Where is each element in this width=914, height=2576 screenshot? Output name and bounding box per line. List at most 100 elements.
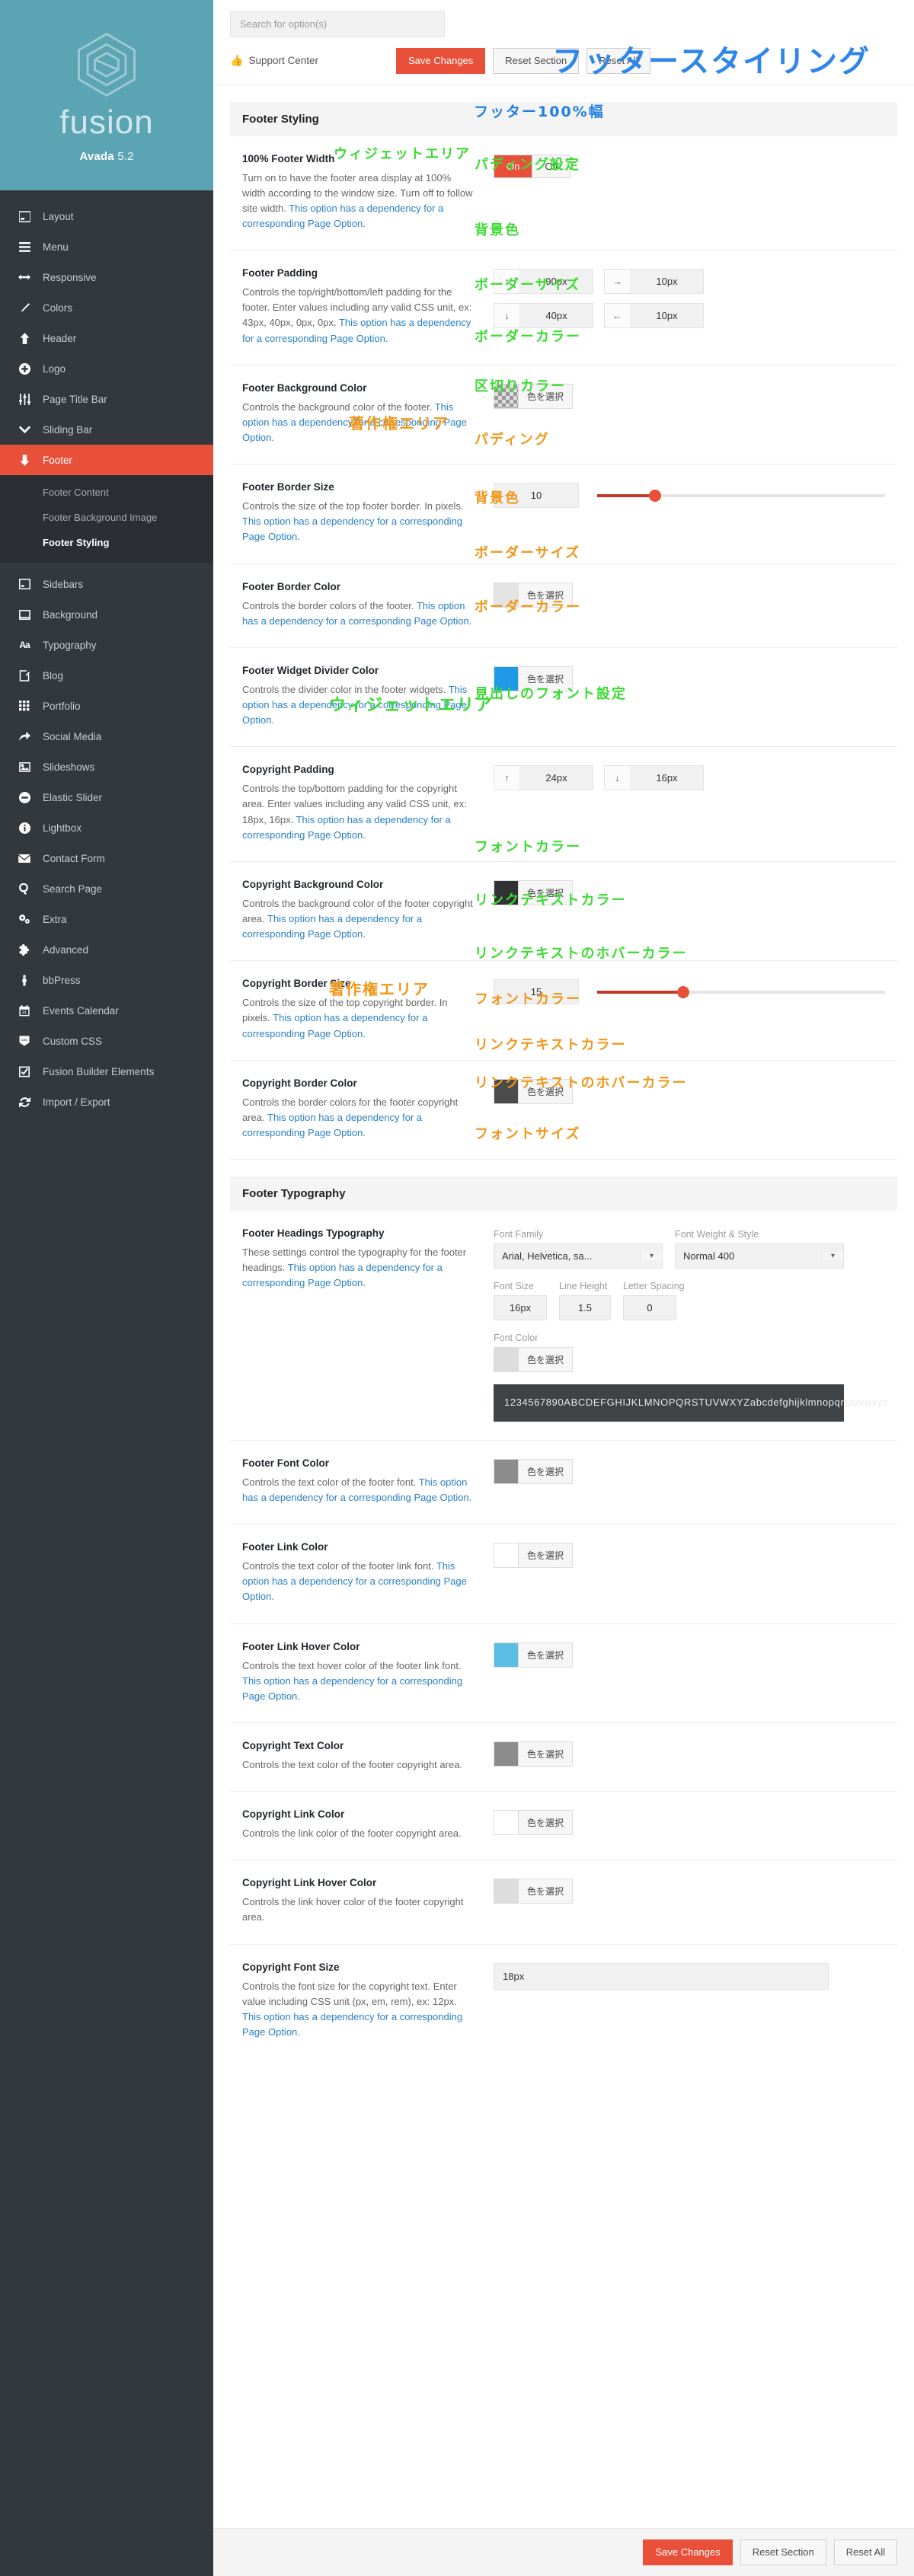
sidebar-item-page-title-bar[interactable]: Page Title Bar	[0, 384, 213, 414]
reset-section-button[interactable]: Reset Section	[493, 48, 580, 74]
footer-width-toggle[interactable]: On Off	[494, 154, 571, 178]
sidebar-item-custom-css[interactable]: css Custom CSS	[0, 1026, 213, 1056]
sidebar-item-sidebars[interactable]: Sidebars	[0, 569, 213, 599]
reset-all-button[interactable]: Reset All	[586, 48, 650, 74]
sidebar-item-typography[interactable]: Aa Typography	[0, 630, 213, 660]
option-label-block: Footer Padding Controls the top/right/bo…	[242, 267, 494, 346]
sidebar-item-search-page[interactable]: Search Page	[0, 873, 213, 904]
padding-field-top[interactable]: ↑	[494, 765, 593, 791]
support-center-link[interactable]: 👍 Support Center	[230, 54, 318, 67]
sidebar-item-contact-form[interactable]: Contact Form	[0, 843, 213, 873]
sidebar-item-portfolio[interactable]: Portfolio	[0, 691, 213, 721]
option-description: Controls the text color of the footer li…	[242, 1559, 474, 1604]
slider-handle[interactable]	[677, 985, 690, 998]
font-size-input[interactable]	[494, 1295, 547, 1321]
search-input[interactable]	[230, 11, 445, 37]
padding-field-top[interactable]: ↑	[494, 269, 593, 295]
slider-handle[interactable]	[648, 489, 661, 502]
sidebar-item-logo[interactable]: Logo	[0, 353, 213, 384]
sidebar-item-background[interactable]: Background	[0, 599, 213, 630]
border-size-value[interactable]: 10	[494, 483, 579, 509]
sidebar-item-sliding-bar[interactable]: Sliding Bar	[0, 414, 213, 445]
arrow-down-icon: ↓	[494, 304, 520, 328]
color-picker[interactable]: 色を選択	[494, 1642, 574, 1668]
sidebar-item-blog[interactable]: Blog	[0, 660, 213, 691]
page-option-dependency-link[interactable]: This option has a dependency for a corre…	[242, 913, 422, 940]
option-description-text: Controls the text color of the footer li…	[242, 1560, 436, 1572]
color-picker[interactable]: 色を選択	[494, 1810, 574, 1836]
color-picker[interactable]: 色を選択	[494, 1347, 574, 1373]
sidebar-item-layout[interactable]: Layout	[0, 201, 213, 231]
padding-field-bottom[interactable]: ↓	[494, 303, 593, 329]
padding-bottom-input[interactable]	[520, 304, 593, 328]
sidebar-item-social-media[interactable]: Social Media	[0, 721, 213, 752]
sidebar-item-import-export[interactable]: Import / Export	[0, 1087, 213, 1117]
option-label-block: Copyright Border Size Controls the size …	[242, 978, 494, 1041]
option-footer-width: 100% Footer Width Turn on to have the fo…	[230, 136, 897, 251]
toggle-off-option[interactable]: Off	[532, 155, 570, 177]
color-picker[interactable]: 色を選択	[494, 1741, 574, 1767]
sidebar-item-footer[interactable]: Footer	[0, 445, 213, 475]
sidebar-item-slideshows[interactable]: Slideshows	[0, 752, 213, 782]
color-picker[interactable]: 色を選択	[494, 879, 574, 905]
copyright-padding-top-input[interactable]	[520, 766, 593, 790]
sidebar-item-lightbox[interactable]: Lightbox	[0, 812, 213, 843]
font-family-select[interactable]: Arial, Helvetica, sa... ▾	[494, 1243, 663, 1269]
save-changes-button[interactable]: Save Changes	[396, 48, 486, 74]
border-size-slider-group: 10	[494, 483, 885, 509]
sidebar-item-bbpress[interactable]: bbPress	[0, 965, 213, 995]
page-option-dependency-link[interactable]: This option has a dependency for a corre…	[242, 1675, 462, 1702]
padding-field-bottom[interactable]: ↓	[604, 765, 704, 791]
sidebar-item-fusion-builder-elements[interactable]: Fusion Builder Elements	[0, 1056, 213, 1087]
padding-field-left[interactable]: ←	[604, 303, 704, 329]
option-title: Footer Link Color	[242, 1541, 328, 1553]
color-picker[interactable]: 色を選択	[494, 1078, 574, 1104]
copyright-border-size-slider[interactable]	[597, 985, 885, 998]
color-picker[interactable]: 色を選択	[494, 1879, 574, 1904]
copyright-font-size-input[interactable]	[494, 1962, 829, 1990]
color-picker[interactable]: 色を選択	[494, 1543, 574, 1569]
sidebar-item-extra[interactable]: Extra	[0, 904, 213, 934]
option-footer-border-color: Footer Border Color Controls the border …	[230, 564, 897, 648]
sidebar-item-elastic-slider[interactable]: Elastic Slider	[0, 782, 213, 812]
color-picker[interactable]: 色を選択	[494, 666, 574, 691]
sidebar-subitem-footer-background-image[interactable]: Footer Background Image	[0, 505, 213, 530]
sidebar-item-advanced[interactable]: Advanced	[0, 934, 213, 965]
brand-version-number: 5.2	[117, 149, 134, 163]
option-label-block: Copyright Border Color Controls the bord…	[242, 1077, 494, 1141]
page-option-dependency-link[interactable]: This option has a dependency for a corre…	[242, 2011, 462, 2038]
sidebar-item-label: Slideshows	[43, 761, 95, 773]
option-footer-font-color: Footer Font Color Controls the text colo…	[230, 1441, 897, 1525]
color-picker[interactable]: 色を選択	[494, 1458, 574, 1484]
color-picker-label: 色を選択	[519, 666, 573, 691]
reset-section-button-bottom[interactable]: Reset Section	[740, 2539, 826, 2565]
sidebar-item-colors[interactable]: Colors	[0, 292, 213, 323]
sidebar-item-menu[interactable]: Menu	[0, 231, 213, 262]
color-picker[interactable]: 色を選択	[494, 582, 574, 608]
page-option-dependency-link[interactable]: This option has a dependency for a corre…	[242, 1112, 422, 1138]
copyright-border-size-value[interactable]: 15	[494, 979, 579, 1005]
sidebar-subitem-footer-styling[interactable]: Footer Styling	[0, 530, 213, 555]
sidebar-item-responsive[interactable]: Responsive	[0, 262, 213, 292]
letter-spacing-input[interactable]	[623, 1295, 676, 1321]
sidebar-item-events-calendar[interactable]: 31 Events Calendar	[0, 995, 213, 1026]
font-weight-select[interactable]: Normal 400 ▾	[675, 1243, 844, 1269]
color-picker-label: 色を選択	[519, 583, 573, 607]
padding-field-right[interactable]: →	[604, 269, 704, 295]
save-changes-button-bottom[interactable]: Save Changes	[643, 2539, 733, 2565]
toggle-on-option[interactable]: On	[494, 155, 533, 177]
page-option-dependency-link[interactable]: This option has a dependency for a corre…	[242, 516, 462, 542]
reset-all-button-bottom[interactable]: Reset All	[833, 2539, 897, 2565]
option-description: Controls the background color of the foo…	[242, 400, 474, 445]
padding-right-input[interactable]	[631, 270, 703, 294]
option-copyright-link-color: Copyright Link Color Controls the link c…	[230, 1792, 897, 1861]
padding-left-input[interactable]	[631, 304, 703, 328]
line-height-input[interactable]	[559, 1295, 611, 1321]
sidebar-item-header[interactable]: Header	[0, 323, 213, 353]
padding-top-input[interactable]	[520, 270, 593, 294]
border-size-slider[interactable]	[597, 489, 885, 502]
color-picker[interactable]: 色を選択	[494, 383, 574, 409]
option-control: On Off	[494, 153, 885, 232]
sidebar-subitem-footer-content[interactable]: Footer Content	[0, 480, 213, 505]
copyright-padding-bottom-input[interactable]	[631, 766, 703, 790]
